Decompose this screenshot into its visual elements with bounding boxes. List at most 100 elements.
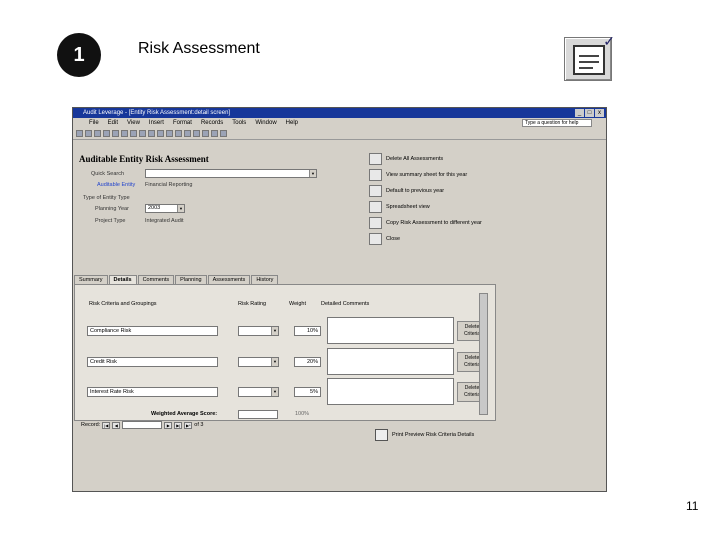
tab-planning[interactable]: Planning [175,275,207,284]
delete-all-action[interactable]: Delete All Assessments [369,153,443,165]
toolbar-preview-icon[interactable] [103,130,110,137]
copy-icon [369,217,382,229]
record-number-input[interactable] [122,421,163,429]
comments-header: Detailed Comments [321,301,370,307]
toolbar-new-icon[interactable] [193,130,200,137]
next-record-button[interactable]: ▶ [164,421,173,429]
toolbar-find-icon[interactable] [184,130,191,137]
menu-format[interactable]: Format [173,118,192,128]
toolbar-db-icon[interactable] [211,130,218,137]
copy-assessment-action[interactable]: Copy Risk Assessment to different year [369,217,482,229]
toolbar-copy-icon[interactable] [130,130,137,137]
app-window: Audit Leverage - [Entity Risk Assessment… [72,107,607,492]
tab-assessments[interactable]: Assessments [207,275,251,284]
rating-header: Risk Rating [238,301,267,307]
view-summary-action[interactable]: View summary sheet for this year [369,169,467,181]
toolbar-spell-icon[interactable] [112,130,119,137]
toolbar-save-icon[interactable] [85,130,92,137]
toolbar-delete-icon[interactable] [202,130,209,137]
menu-edit[interactable]: Edit [108,118,118,128]
chevron-down-icon[interactable]: ▼ [177,205,184,212]
checklist-icon: ✓ [564,33,615,81]
menu-help[interactable]: Help [286,118,298,128]
auditable-entity-value: Financial Reporting [145,182,193,188]
toolbar-sort-desc-icon[interactable] [166,130,173,137]
print-preview-action[interactable]: Print Preview Risk Criteria Details [375,429,474,441]
comment-field[interactable] [327,378,454,405]
close-window-button[interactable]: x [595,109,604,117]
menu-tools[interactable]: Tools [232,118,246,128]
new-record-button[interactable]: ▶* [184,421,193,429]
tab-strip: Summary Details Comments Planning Assess… [74,275,279,284]
tab-history[interactable]: History [251,275,279,284]
criteria-field[interactable]: Credit Risk [87,357,218,367]
tab-comments[interactable]: Comments [137,275,175,284]
weighted-average-label: Weighted Average Score: [151,411,218,417]
criteria-field[interactable]: Compliance Risk [87,326,218,336]
details-scrollbar[interactable] [479,293,488,415]
last-record-button[interactable]: ▶| [174,421,183,429]
toolbar-paste-icon[interactable] [139,130,146,137]
rating-select[interactable]: ▼ [238,387,279,397]
menu-view[interactable]: View [127,118,140,128]
toolbar-help-icon[interactable] [220,130,227,137]
project-type-value: Integrated Audit [145,218,184,224]
weight-field[interactable]: 5% [294,387,321,397]
weight-total: 100% [295,411,310,417]
quick-search-label: Quick Search [91,171,125,177]
filter-icon [369,169,382,181]
printer-icon [375,429,388,441]
chevron-down-icon[interactable]: ▼ [271,358,278,366]
maximize-button[interactable]: □ [585,109,594,117]
close-action[interactable]: Close [369,233,400,245]
menu-insert[interactable]: Insert [149,118,164,128]
menu-window[interactable]: Window [255,118,276,128]
criteria-header: Risk Criteria and Groupings [89,301,157,307]
weight-field[interactable]: 10% [294,326,321,336]
toolbar-filter-icon[interactable] [175,130,182,137]
weight-field[interactable]: 20% [294,357,321,367]
chevron-down-icon[interactable]: ▼ [271,388,278,396]
weighted-average-field [238,410,278,419]
toolbar-cut-icon[interactable] [121,130,128,137]
prev-record-button[interactable]: ◀ [112,421,121,429]
globe-icon [369,233,382,245]
toolbar-print-icon[interactable] [94,130,101,137]
printer-icon [369,153,382,165]
project-type-label: Project Type [95,218,126,224]
menu-file[interactable]: File [89,118,99,128]
grid-icon [369,201,382,213]
help-search-input[interactable]: Type a question for help [522,119,592,127]
minimize-button[interactable]: _ [575,109,584,117]
record-navigator: Record: |◀ ◀ ▶ ▶| ▶* of 3 [81,421,203,429]
toolbar-sort-asc-icon[interactable] [157,130,164,137]
rating-select[interactable]: ▼ [238,326,279,336]
tab-summary[interactable]: Summary [74,275,108,284]
chart-icon [369,185,382,197]
menu-records[interactable]: Records [201,118,223,128]
chevron-down-icon[interactable]: ▼ [271,327,278,335]
auditable-entity-label[interactable]: Auditable Entity [97,182,135,188]
chevron-down-icon[interactable]: ▼ [309,170,316,177]
planning-year-select[interactable]: 2003 ▼ [145,204,185,213]
planning-year-label: Planning Year [95,206,129,212]
spreadsheet-view-action[interactable]: Spreadsheet view [369,201,430,213]
form-title: Auditable Entity Risk Assessment [79,154,209,164]
record-label: Record: [81,422,101,428]
weight-header: Weight [289,301,307,307]
tab-details[interactable]: Details [108,275,137,284]
record-count: of 3 [194,422,204,428]
page-number: 11 [686,499,699,513]
criteria-field[interactable]: Interest Rate Risk [87,387,218,397]
toolbar-view-icon[interactable] [76,130,83,137]
details-panel: Risk Criteria and Groupings Risk Rating … [74,284,496,421]
toolbar-undo-icon[interactable] [148,130,155,137]
risk-assessment-form: Auditable Entity Risk Assessment Quick S… [73,140,606,491]
quick-search-select[interactable]: ▼ [145,169,317,178]
first-record-button[interactable]: |◀ [102,421,111,429]
rating-select[interactable]: ▼ [238,357,279,367]
window-title: Audit Leverage - [Entity Risk Assessment… [83,110,231,116]
comment-field[interactable] [327,317,454,344]
default-previous-action[interactable]: Default to previous year [369,185,444,197]
comment-field[interactable] [327,348,454,375]
